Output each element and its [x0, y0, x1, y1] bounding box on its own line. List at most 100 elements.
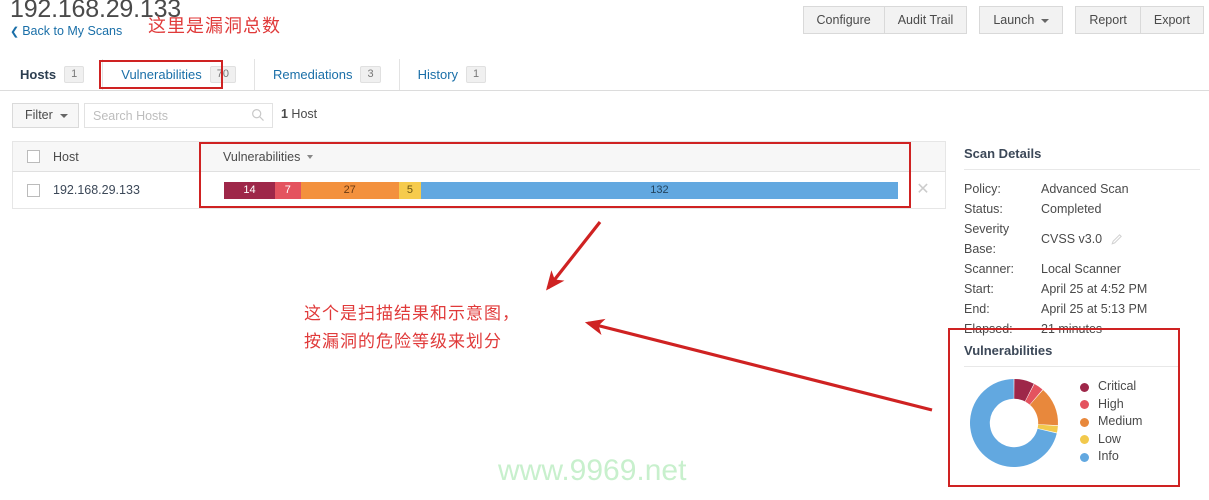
row-severity-bar-cell: 14 7 27 5 132	[223, 181, 901, 199]
legend-label-info: Info	[1098, 449, 1119, 464]
scan-detail-status-key: Status:	[964, 202, 1003, 216]
header-toolbar: Configure Audit Trail Launch Report Expo…	[802, 6, 1204, 34]
select-all-cell	[13, 150, 53, 163]
legend-label-critical: Critical	[1098, 379, 1137, 394]
tab-history-count: 1	[466, 66, 487, 83]
scan-detail-severity-base-value-wrap: CVSS v3.0	[1041, 219, 1123, 259]
hosts-table: Host Vulnerabilities 192.168.29.133 14 7…	[12, 141, 946, 209]
tab-vulnerabilities-label: Vulnerabilities	[121, 67, 202, 82]
scan-detail-policy: Policy: Advanced Scan	[964, 179, 1204, 199]
severity-segment-low[interactable]: 5	[398, 181, 421, 199]
launch-button[interactable]: Launch	[979, 6, 1064, 34]
severity-segment-high[interactable]: 7	[275, 181, 301, 199]
export-button[interactable]: Export	[1140, 6, 1204, 34]
report-export-group: Report Export	[1075, 6, 1204, 34]
tab-remediations[interactable]: Remediations 3	[255, 59, 400, 90]
vulnerabilities-chart-body: Critical High Medium Low Info	[964, 373, 1180, 473]
scan-details-panel: Scan Details Policy: Advanced Scan Statu…	[964, 146, 1204, 339]
scan-detail-end-value: April 25 at 5:13 PM	[1041, 302, 1148, 316]
sort-caret-icon	[307, 154, 314, 159]
configure-audit-group: Configure Audit Trail	[802, 6, 968, 34]
tab-list: Hosts 1 Vulnerabilities 70 Remediations …	[10, 58, 504, 90]
back-to-my-scans-link[interactable]: ❮ Back to My Scans	[10, 24, 122, 38]
host-count-label: Host	[287, 107, 318, 121]
tab-remediations-label: Remediations	[272, 67, 353, 82]
launch-button-label: Launch	[993, 13, 1035, 27]
scan-detail-elapsed-value: 21 minutes	[1041, 322, 1103, 336]
scan-detail-scanner-value: Local Scanner	[1041, 262, 1121, 276]
host-count: 1 Host	[281, 107, 317, 121]
severity-segment-info[interactable]: 132	[420, 181, 898, 199]
legend-item-medium: Medium	[1080, 413, 1142, 431]
table-header-row: Host Vulnerabilities	[12, 141, 946, 172]
legend-item-info: Info	[1080, 448, 1142, 466]
legend-dot-high	[1080, 400, 1089, 409]
row-checkbox[interactable]	[26, 183, 40, 197]
legend-dot-critical	[1080, 382, 1089, 392]
legend-item-low: Low	[1080, 431, 1142, 449]
vulnerabilities-chart-title: Vulnerabilities	[964, 343, 1180, 367]
annotation-scan-result-line2: 按漏洞的危险等级来划分	[304, 332, 502, 352]
column-header-vulnerabilities[interactable]: Vulnerabilities	[223, 150, 901, 164]
pencil-edit-icon[interactable]	[1111, 233, 1123, 245]
remove-host-icon[interactable]: ✕	[901, 182, 945, 198]
column-header-host: Host	[53, 149, 79, 164]
scan-detail-elapsed-key: Elapsed:	[964, 322, 1013, 336]
configure-button[interactable]: Configure	[802, 6, 885, 34]
scan-detail-end-key: End:	[964, 302, 990, 316]
scan-details-title: Scan Details	[964, 146, 1200, 170]
scan-detail-severity-base-value: CVSS v3.0	[1041, 232, 1103, 246]
table-row[interactable]: 192.168.29.133 14 7 27 5 132 ✕	[12, 172, 946, 209]
host-count-number: 1	[281, 107, 288, 121]
annotation-scan-result-line1: 这个是扫描结果和示意图，	[304, 304, 520, 324]
tab-hosts-count: 1	[64, 66, 85, 83]
legend-item-high: High	[1080, 396, 1142, 414]
legend-label-high: High	[1098, 396, 1124, 411]
scan-detail-start: Start: April 25 at 4:52 PM	[964, 279, 1204, 299]
tab-hosts[interactable]: Hosts 1	[10, 59, 104, 90]
scan-detail-status: Status: Completed	[964, 199, 1204, 219]
chevron-down-icon	[1041, 18, 1050, 23]
arrow-to-severity-bar	[546, 221, 602, 291]
tab-history-label: History	[417, 67, 459, 82]
vulnerabilities-chart-panel: Vulnerabilities Critical High Medium Low	[964, 343, 1180, 473]
legend-label-medium: Medium	[1098, 414, 1143, 429]
chevron-down-icon	[59, 113, 68, 118]
chevron-left-icon: ❮	[10, 26, 20, 38]
column-header-vulnerabilities-label: Vulnerabilities	[223, 149, 301, 164]
tab-hosts-label: Hosts	[20, 67, 57, 82]
row-host-value: 192.168.29.133	[53, 183, 140, 197]
tab-bar: Hosts 1 Vulnerabilities 70 Remediations …	[0, 58, 1209, 91]
filter-button-label: Filter	[25, 108, 53, 122]
filter-button[interactable]: Filter	[12, 103, 79, 128]
tab-vulnerabilities[interactable]: Vulnerabilities 70	[103, 59, 255, 90]
scan-detail-status-value: Completed	[1041, 202, 1102, 216]
tab-remediations-count: 3	[360, 66, 381, 83]
scan-detail-start-key: Start:	[964, 282, 994, 296]
scan-detail-elapsed: Elapsed: 21 minutes	[964, 319, 1204, 339]
scan-detail-policy-key: Policy:	[964, 182, 1001, 196]
search-hosts-wrapper	[84, 103, 273, 128]
scan-detail-severity-base: Severity Base: CVSS v3.0	[964, 219, 1204, 259]
tab-vulnerabilities-count: 70	[209, 66, 236, 83]
arrow-to-donut-chart	[584, 318, 933, 412]
select-all-checkbox[interactable]	[26, 150, 40, 163]
search-input[interactable]	[85, 104, 261, 127]
legend-dot-info	[1080, 452, 1089, 462]
scan-detail-end: End: April 25 at 5:13 PM	[964, 299, 1204, 319]
legend-item-critical: Critical	[1080, 378, 1142, 396]
severity-segment-critical[interactable]: 14	[224, 181, 275, 199]
legend-label-low: Low	[1098, 431, 1121, 446]
report-button[interactable]: Report	[1075, 6, 1141, 34]
tab-history[interactable]: History 1	[400, 59, 505, 90]
audit-trail-button[interactable]: Audit Trail	[884, 6, 968, 34]
search-icon[interactable]	[251, 108, 265, 122]
watermark: www.9969.net	[498, 454, 687, 487]
back-link-label: Back to My Scans	[22, 24, 123, 38]
scan-detail-scanner-key: Scanner:	[964, 262, 1015, 276]
legend-dot-low	[1080, 435, 1089, 444]
severity-segment-medium[interactable]: 27	[300, 181, 399, 199]
row-select-cell	[13, 183, 53, 197]
vulnerabilities-donut-chart[interactable]	[964, 373, 1064, 473]
scan-detail-start-value: April 25 at 4:52 PM	[1041, 282, 1148, 296]
